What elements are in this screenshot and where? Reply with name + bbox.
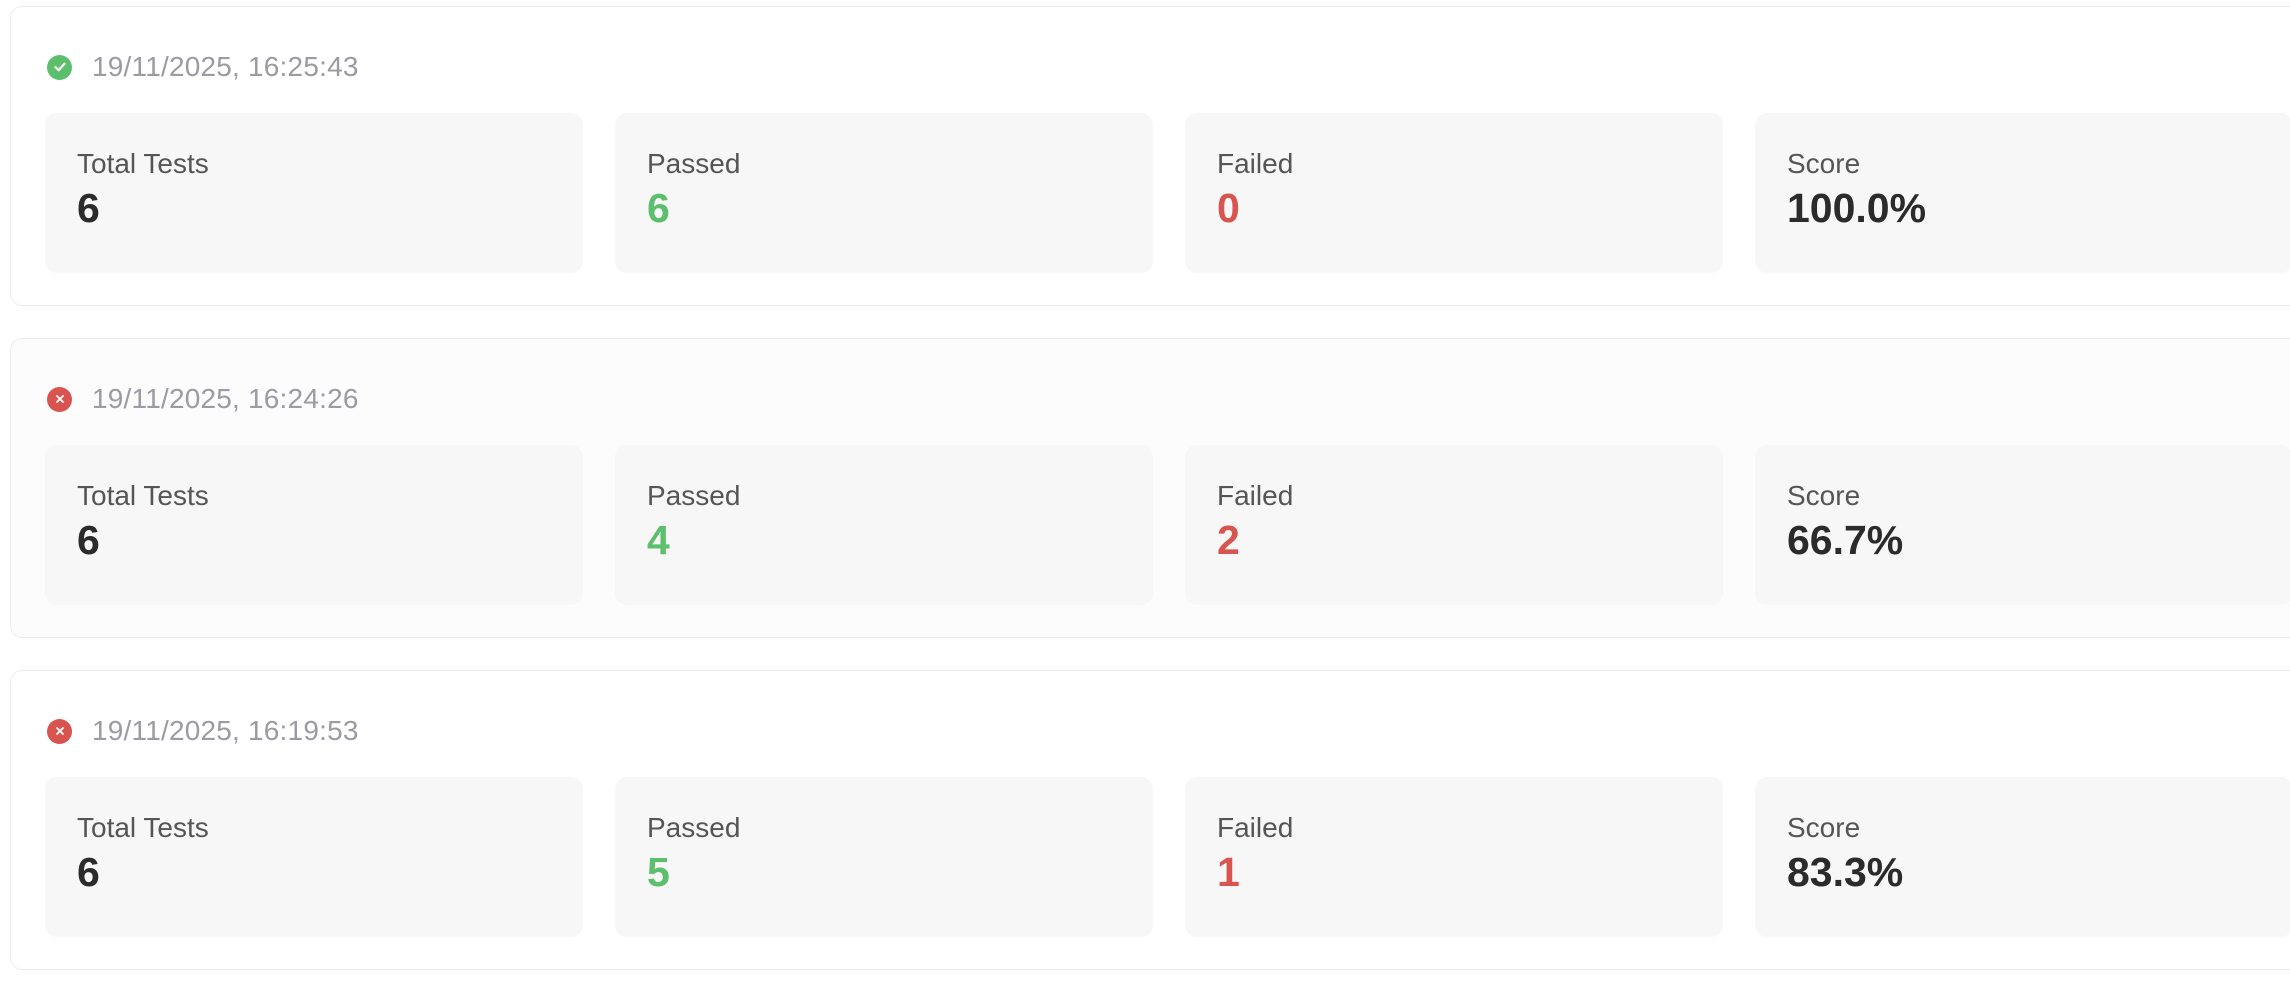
stat-label: Total Tests [77, 148, 209, 179]
check-circle-icon [47, 54, 72, 80]
stat-label: Score [1787, 148, 1861, 179]
run-stats: Total Tests 6 Passed 6 Failed 0 Score 10… [45, 113, 2290, 273]
run-timestamp: 19/11/2025, 16:24:26 [92, 383, 359, 414]
stat-passed: Passed 4 [615, 445, 1153, 605]
stat-label: Passed [647, 480, 741, 511]
stat-value: 6 [77, 517, 100, 563]
test-run-list: 19/11/2025, 16:25:43 Total Tests 6 Passe… [0, 0, 2290, 992]
stat-label: Score [1787, 812, 1861, 843]
stat-value: 83.3% [1787, 849, 1904, 895]
stat-label: Failed [1217, 148, 1294, 179]
stat-label: Total Tests [77, 812, 209, 843]
stat-value: 2 [1217, 517, 1240, 563]
run-timestamp: 19/11/2025, 16:25:43 [92, 51, 359, 82]
stat-label: Total Tests [77, 480, 209, 511]
stat-score: Score 83.3% [1755, 777, 2290, 937]
stat-total-tests: Total Tests 6 [45, 445, 583, 605]
stat-score: Score 100.0% [1755, 113, 2290, 273]
run-stats: Total Tests 6 Passed 5 Failed 1 Score 83… [45, 777, 2290, 937]
run-header: 19/11/2025, 16:24:26 [47, 379, 359, 419]
stat-label: Passed [647, 812, 741, 843]
stat-value: 1 [1217, 849, 1240, 895]
run-timestamp: 19/11/2025, 16:19:53 [92, 715, 359, 746]
stat-value: 6 [77, 849, 100, 895]
stat-label: Score [1787, 480, 1861, 511]
stat-label: Passed [647, 148, 741, 179]
test-run-card[interactable]: 19/11/2025, 16:24:26 Total Tests 6 Passe… [10, 338, 2290, 638]
stat-total-tests: Total Tests 6 [45, 113, 583, 273]
stat-label: Failed [1217, 812, 1294, 843]
stat-value: 0 [1217, 185, 1240, 231]
x-circle-icon [47, 386, 72, 412]
stat-value: 100.0% [1787, 185, 1927, 231]
stat-passed: Passed 5 [615, 777, 1153, 937]
stat-failed: Failed 2 [1185, 445, 1723, 605]
run-stats: Total Tests 6 Passed 4 Failed 2 Score 66… [45, 445, 2290, 605]
test-run-card[interactable]: 19/11/2025, 16:25:43 Total Tests 6 Passe… [10, 6, 2290, 306]
stat-failed: Failed 1 [1185, 777, 1723, 937]
x-circle-icon [47, 718, 72, 744]
run-header: 19/11/2025, 16:19:53 [47, 711, 359, 751]
stat-value: 66.7% [1787, 517, 1904, 563]
run-header: 19/11/2025, 16:25:43 [47, 47, 359, 87]
stat-value: 6 [77, 185, 100, 231]
stat-failed: Failed 0 [1185, 113, 1723, 273]
stat-value: 4 [647, 517, 670, 563]
test-run-card[interactable]: 19/11/2025, 16:19:53 Total Tests 6 Passe… [10, 670, 2290, 970]
stat-label: Failed [1217, 480, 1294, 511]
stat-value: 6 [647, 185, 670, 231]
stat-score: Score 66.7% [1755, 445, 2290, 605]
stat-passed: Passed 6 [615, 113, 1153, 273]
stat-value: 5 [647, 849, 670, 895]
stat-total-tests: Total Tests 6 [45, 777, 583, 937]
